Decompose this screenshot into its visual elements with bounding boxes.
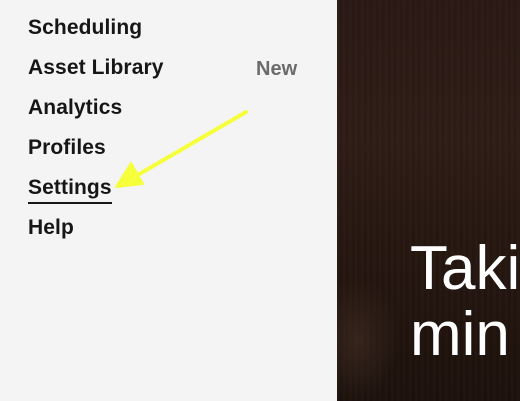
- menu-item-analytics[interactable]: Analytics: [28, 95, 122, 121]
- hero-headline: Taki min: [410, 236, 520, 368]
- menu-item-asset-library[interactable]: Asset Library: [28, 55, 164, 81]
- hero-image-panel: Taki min: [337, 0, 520, 401]
- menu-item-scheduling[interactable]: Scheduling: [28, 15, 142, 41]
- hero-headline-line-2: min: [410, 300, 510, 369]
- navigation-menu: Scheduling Asset Library New Analytics P…: [0, 0, 337, 401]
- new-badge: New: [256, 58, 298, 80]
- menu-item-profiles[interactable]: Profiles: [28, 135, 106, 161]
- menu-item-settings[interactable]: Settings: [28, 175, 112, 204]
- hero-headline-line-1: Taki: [410, 234, 520, 303]
- menu-item-help[interactable]: Help: [28, 215, 74, 241]
